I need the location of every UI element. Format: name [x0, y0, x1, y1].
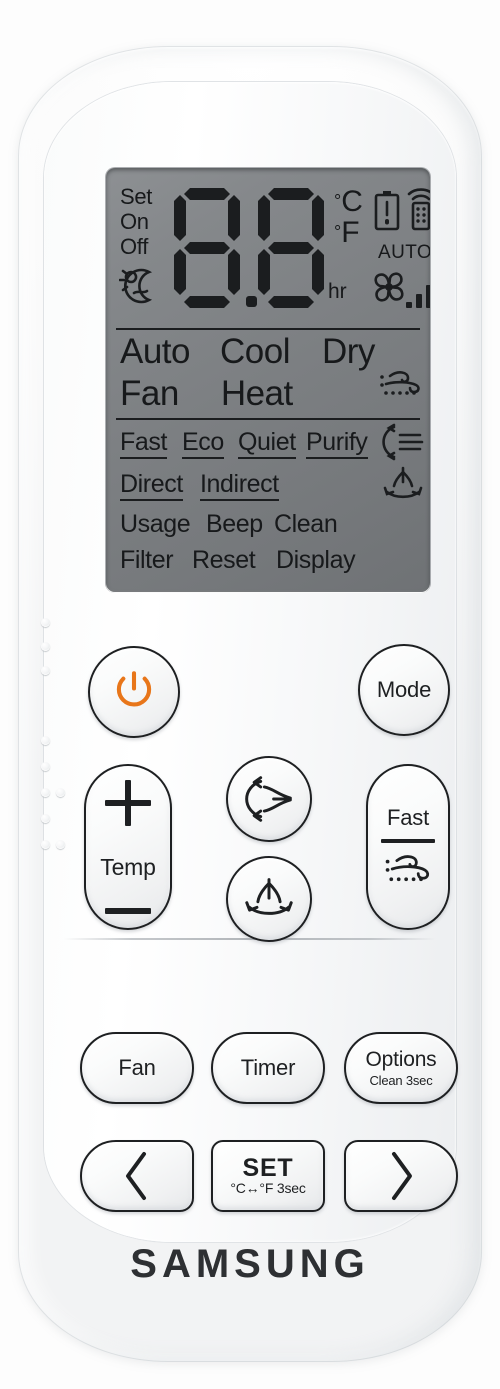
lcd-direction-indirect: Indirect — [200, 470, 279, 501]
lcd-decimal-point — [246, 296, 257, 307]
temp-button-label: Temp — [100, 854, 156, 880]
horizontal-swing-button[interactable] — [226, 756, 312, 842]
previous-button[interactable] — [80, 1140, 194, 1212]
fan-speed-bars-icon — [406, 285, 430, 308]
lcd-unit-hour: hr — [328, 280, 347, 303]
vertical-swing-icon — [383, 466, 423, 499]
lcd-mode-heat: Heat — [220, 374, 293, 413]
lcd-utility-row-1: Usage Beep Clean — [106, 510, 430, 544]
plus-icon[interactable] — [105, 780, 151, 826]
lcd-label-on: On — [120, 209, 149, 234]
lcd-label-set: Set — [120, 184, 153, 209]
fan-button-label: Fan — [118, 1055, 156, 1080]
wind-flow-icon — [385, 855, 430, 882]
lcd-utility-beep: Beep — [206, 510, 263, 538]
chevron-left-icon — [126, 1152, 146, 1200]
lcd-display: Set On Off °C °F hr AUTO Auto Cool Dry F… — [106, 168, 430, 592]
lcd-divider-1 — [116, 328, 420, 330]
sleep-moon-sun-icon — [119, 268, 153, 304]
lcd-option-purify: Purify — [306, 428, 368, 459]
lcd-mode-auto: Auto — [120, 332, 191, 371]
lcd-utility-filter: Filter — [120, 546, 174, 574]
set-button-sublabel: °C↔°F 3sec — [230, 1180, 306, 1196]
lcd-digit-2 — [258, 188, 324, 308]
vertical-swing-icon — [245, 878, 293, 915]
set-button-label: SET — [242, 1154, 294, 1182]
lcd-top-section: Set On Off °C °F hr AUTO — [106, 168, 430, 332]
lcd-divider-2 — [116, 418, 420, 420]
remote-control-body: Set On Off °C °F hr AUTO Auto Cool Dry F… — [18, 46, 482, 1362]
lcd-fan-auto-label: AUTO — [378, 242, 430, 263]
options-button-sublabel: Clean 3sec — [369, 1073, 433, 1088]
vertical-swing-button[interactable] — [226, 856, 312, 942]
remote-transmit-icon — [407, 188, 430, 231]
lcd-option-eco: Eco — [182, 428, 224, 459]
chevron-right-icon — [392, 1152, 412, 1200]
lcd-utility-display: Display — [276, 546, 356, 574]
lcd-label-off: Off — [120, 234, 149, 259]
power-icon — [116, 671, 152, 707]
lcd-unit-celsius: °C — [334, 185, 363, 218]
lcd-direction-direct: Direct — [120, 470, 183, 501]
lcd-mode-dry: Dry — [321, 332, 375, 371]
options-button[interactable]: Options Clean 3sec — [344, 1032, 458, 1104]
lcd-option-quiet: Quiet — [238, 428, 296, 459]
horizontal-swing-icon — [245, 776, 292, 822]
power-button[interactable] — [88, 646, 180, 738]
mode-button[interactable]: Mode — [358, 644, 450, 736]
lcd-utility-clean: Clean — [274, 510, 338, 538]
temperature-button[interactable]: Temp — [84, 764, 172, 930]
lcd-option-fast: Fast — [120, 428, 167, 459]
next-button[interactable] — [344, 1140, 458, 1212]
lcd-utility-row-2: Filter Reset Display — [106, 546, 430, 580]
fan-button[interactable]: Fan — [80, 1032, 194, 1104]
mode-button-label: Mode — [376, 677, 432, 702]
timer-button-label: Timer — [240, 1055, 296, 1080]
fast-button[interactable]: Fast — [366, 764, 450, 930]
fast-button-label: Fast — [387, 805, 429, 830]
minus-icon[interactable] — [105, 908, 151, 914]
brand-logo: SAMSUNG — [130, 1242, 370, 1286]
fast-button-divider — [381, 839, 435, 843]
lcd-utility-reset: Reset — [192, 546, 256, 574]
lcd-mode-cool: Cool — [220, 332, 290, 371]
set-button[interactable]: SET °C↔°F 3sec — [211, 1140, 325, 1212]
lcd-utility-usage: Usage — [120, 510, 191, 538]
wind-flow-icon — [380, 371, 420, 395]
lcd-status-labels: Set On Off — [120, 184, 152, 259]
air-purify-swing-icon — [382, 423, 424, 461]
lcd-unit-fahrenheit: °F — [334, 216, 360, 249]
lcd-unit-labels: °C °F — [334, 186, 363, 248]
body-seam-divider — [64, 938, 436, 940]
lcd-mode-fan: Fan — [120, 374, 179, 413]
timer-button[interactable]: Timer — [211, 1032, 325, 1104]
options-button-label: Options — [365, 1048, 437, 1071]
lcd-digit-1 — [174, 188, 240, 308]
battery-low-icon — [374, 191, 400, 231]
